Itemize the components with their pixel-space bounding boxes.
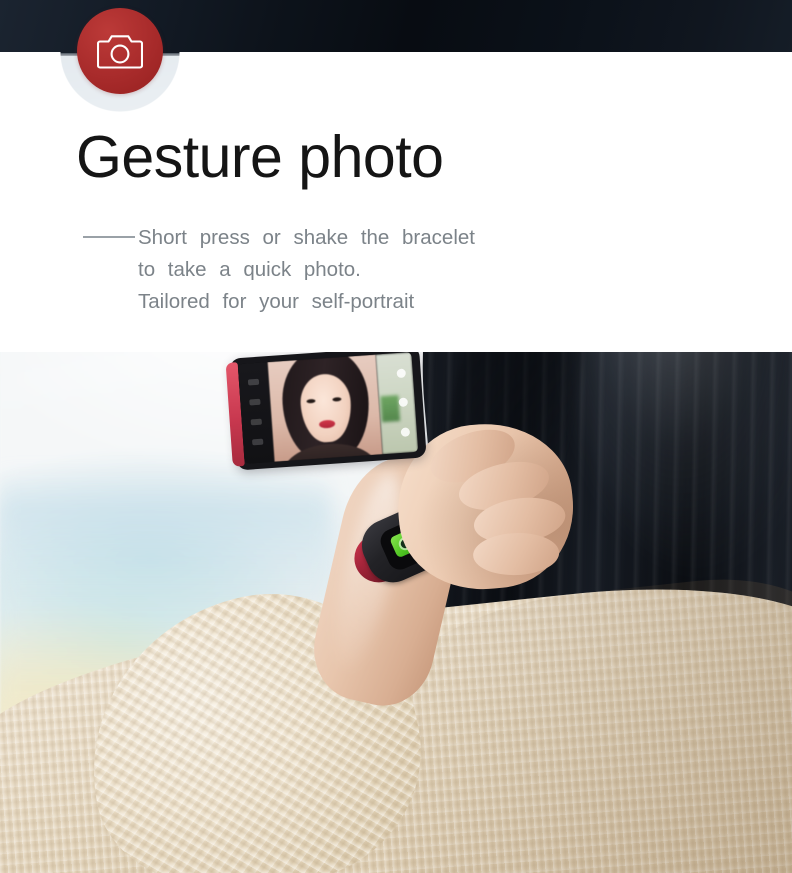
camera-icon-badge [77,8,163,94]
title-rule [83,236,135,238]
description-text: Short press or shake the bracelet to tak… [138,222,558,318]
page-title: Gesture photo [76,124,444,190]
smartphone [225,345,427,471]
selfie-camera-preview [267,354,383,462]
camera-icon [97,35,143,69]
shutter-dot [398,397,408,408]
shutter-dot [395,368,406,379]
shutter-dot [400,427,410,437]
gesture-photo-banner: Gesture photo Short press or shake the b… [0,0,792,873]
phone-screen [237,352,419,464]
description-line-2: to take a quick photo. [138,258,361,281]
description-line-1: Short press or shake the bracelet [138,226,475,249]
description-line-3: Tailored for your self-portrait [138,290,415,313]
